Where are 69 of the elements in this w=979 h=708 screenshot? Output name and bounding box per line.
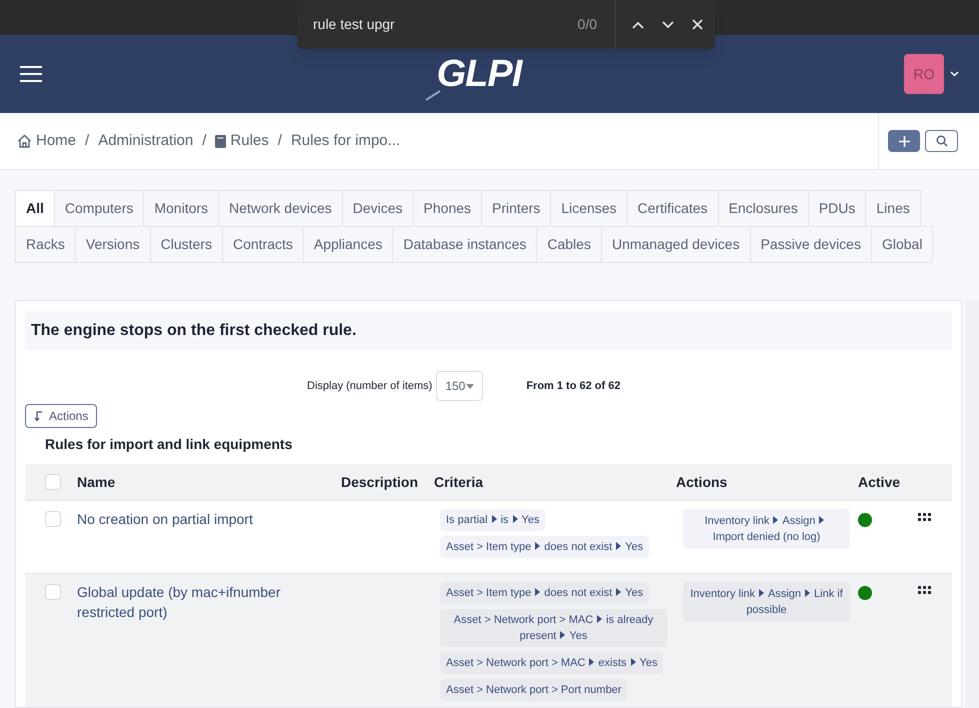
home-icon: [17, 134, 32, 148]
grid-menu-icon[interactable]: [918, 586, 931, 595]
tab[interactable]: Racks: [15, 226, 76, 263]
notice-message: The engine stops on the first checked rule.: [25, 311, 952, 350]
row-checkbox[interactable]: [45, 511, 61, 527]
rule-chip: Inventory link Assign Import denied (no log): [683, 509, 850, 549]
caret-icon: [616, 542, 622, 550]
breadcrumb-separator: /: [85, 130, 90, 151]
rule-name-link[interactable]: Global update (by mac+ifnumber restricted port): [77, 582, 317, 622]
rule-chip: Is partial is Yes: [440, 509, 546, 531]
breadcrumb-link[interactable]: Administration: [98, 130, 194, 152]
next-icon[interactable]: [662, 20, 674, 28]
row-checkbox[interactable]: [45, 584, 61, 600]
previous-icon[interactable]: [632, 20, 644, 28]
breadcrumb-link[interactable]: Rules for impo...: [290, 130, 400, 152]
caret-icon: [616, 588, 622, 596]
rule-chip: Inventory link Assign Link if possible: [683, 582, 850, 622]
caret-icon: [773, 516, 778, 524]
actions-button[interactable]: Actions: [25, 404, 98, 428]
book-icon: [215, 134, 226, 148]
caret-icon: [597, 615, 602, 623]
pager-label: Display (number of items): [307, 378, 432, 394]
caret-icon: [759, 589, 764, 597]
column-header[interactable]: Active: [858, 472, 918, 492]
match-count: 0/0: [578, 15, 597, 34]
rule-chip: Asset > Network port > MAC is already present Yes: [440, 609, 667, 647]
caret-icon: [630, 658, 636, 666]
return-arrow-icon: [34, 411, 43, 421]
breadcrumb-link[interactable]: Rules: [215, 130, 269, 152]
caret-icon: [560, 631, 566, 639]
rule-chip: Asset > Item type does not exist Yes: [440, 536, 650, 558]
rule-chip: Asset > Network port > MAC exists Yes: [440, 652, 664, 674]
caret-icon: [535, 542, 540, 550]
select-all-checkbox[interactable]: [45, 474, 61, 490]
grid-menu-icon[interactable]: [918, 513, 931, 522]
search-icon: [936, 135, 948, 147]
table-title: Rules for import and link equipments: [45, 435, 294, 454]
close-icon[interactable]: [692, 19, 703, 30]
dropdown-icon: [466, 384, 474, 388]
caret-icon: [535, 588, 540, 596]
swoosh-icon: [424, 88, 441, 100]
add-button[interactable]: [888, 130, 920, 152]
column-header[interactable]: Criteria: [432, 472, 676, 492]
pager-range: From 1 to 62 of 62: [526, 378, 620, 394]
find-query[interactable]: rule test upgr: [313, 14, 578, 35]
column-header[interactable]: Name: [77, 472, 337, 492]
column-header[interactable]: Description: [337, 472, 432, 492]
rule-chip: Asset > Item type does not exist Yes: [440, 582, 650, 604]
caret-icon: [819, 516, 824, 524]
chevron-down-icon[interactable]: [950, 71, 959, 77]
column-header[interactable]: Actions: [676, 472, 858, 492]
caret-icon: [492, 515, 497, 523]
logo[interactable]: GLPI: [424, 46, 522, 102]
search-button[interactable]: [925, 130, 958, 152]
menu-icon[interactable]: [20, 65, 42, 83]
logo-text: GLPI: [436, 52, 522, 96]
tab[interactable]: Lines: [865, 190, 921, 227]
caret-icon: [805, 589, 810, 597]
caret-icon: [589, 658, 594, 666]
plus-icon: [898, 136, 910, 146]
tab[interactable]: All: [15, 190, 55, 227]
breadcrumb-separator: /: [202, 130, 206, 151]
breadcrumb-link[interactable]: Home: [17, 130, 76, 152]
items-per-page-select[interactable]: 150: [436, 371, 484, 401]
caret-icon: [512, 515, 518, 523]
breadcrumb-separator: /: [278, 130, 282, 151]
rule-chip: Asset > Network port > Port number: [440, 679, 628, 701]
tab[interactable]: Global: [870, 226, 934, 263]
rule-name-link[interactable]: No creation on partial import: [77, 509, 317, 529]
